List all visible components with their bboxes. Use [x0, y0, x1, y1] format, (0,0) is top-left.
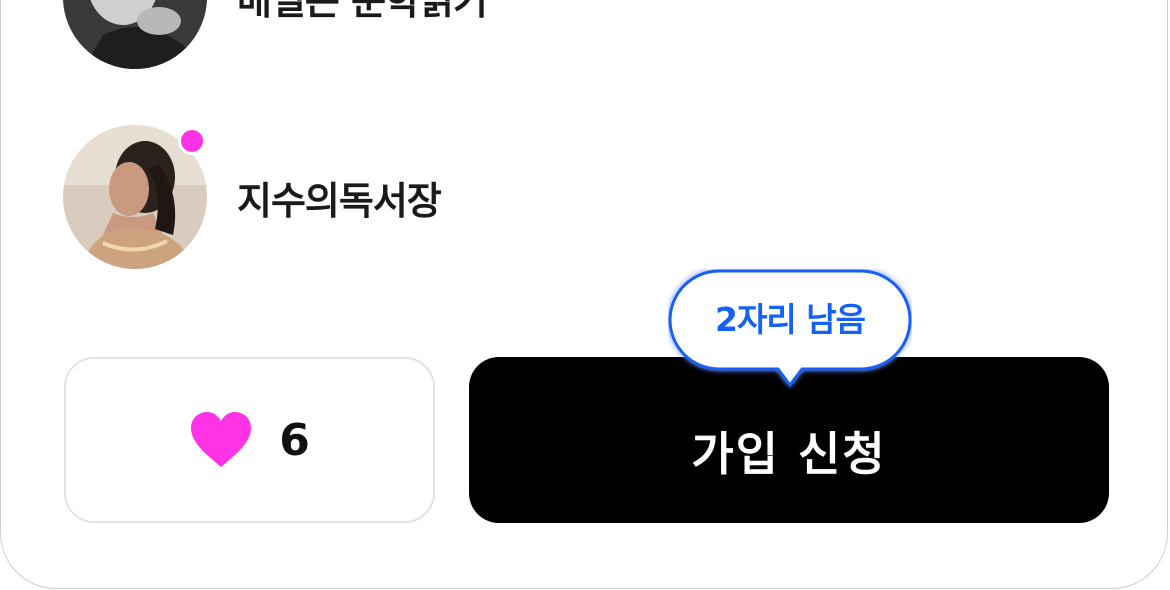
like-button[interactable]: 6 — [64, 357, 435, 523]
club-card: 매일은 문학읽기 지수의독서장 6 가입 신청 2자리 남음 — [0, 0, 1168, 589]
online-status-dot — [178, 127, 206, 155]
like-count: 6 — [279, 414, 310, 466]
member-name: 매일은 문학읽기 — [237, 0, 488, 23]
avatar-container — [63, 125, 207, 269]
seats-remaining-tooltip: 2자리 남음 — [668, 269, 912, 388]
join-request-label: 가입 신청 — [691, 427, 887, 481]
member-row[interactable]: 지수의독서장 — [63, 125, 442, 269]
member-name: 지수의독서장 — [237, 178, 442, 223]
avatar-container — [63, 0, 207, 69]
seats-remaining-label: 2자리 남음 — [715, 300, 866, 339]
member-row[interactable]: 매일은 문학읽기 — [63, 0, 488, 69]
avatar — [63, 0, 207, 69]
heart-icon — [191, 412, 252, 467]
